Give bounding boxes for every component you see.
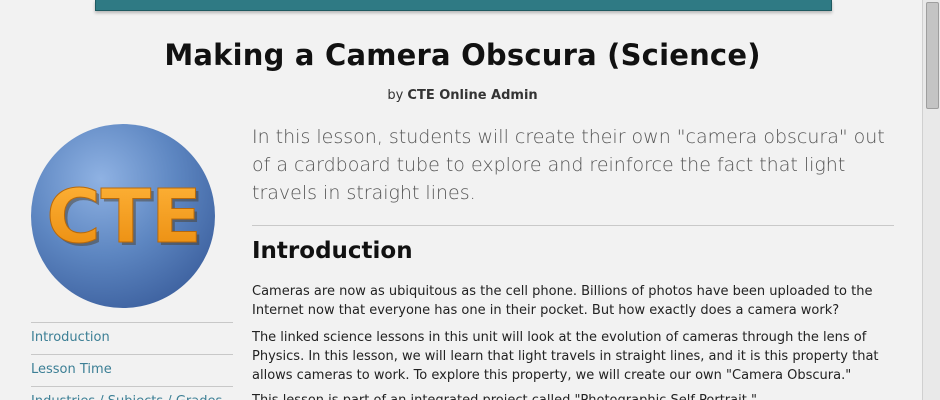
site-header-bar	[95, 0, 832, 11]
toc-link-industries-subjects-grades[interactable]: Industries / Subjects / Grades	[31, 386, 233, 400]
intro-paragraph-1: Cameras are now as ubiquitous as the cel…	[252, 284, 873, 318]
logo-text-front: CTE	[46, 174, 201, 260]
section-divider	[252, 225, 894, 226]
lesson-summary: In this lesson, students will create the…	[252, 126, 885, 204]
byline: by CTE Online Admin	[0, 88, 925, 103]
byline-prefix: by	[387, 88, 404, 103]
author-link[interactable]: CTE Online Admin	[407, 88, 537, 103]
vertical-scrollbar[interactable]	[922, 0, 940, 400]
intro-paragraph-3: This lesson is part of an integrated pro…	[252, 391, 892, 400]
intro-paragraph-2: The linked science lessons in this unit …	[252, 330, 879, 383]
toc-link-lesson-time[interactable]: Lesson Time	[31, 354, 233, 386]
page-title: Making a Camera Obscura (Science)	[164, 38, 761, 72]
cte-logo: CTE CTE	[31, 124, 215, 308]
scrollbar-thumb[interactable]	[926, 2, 939, 109]
toc-link-introduction[interactable]: Introduction	[31, 322, 233, 354]
lesson-toc: Introduction Lesson Time Industries / Su…	[31, 322, 233, 400]
section-heading-introduction: Introduction	[252, 238, 413, 264]
page: Making a Camera Obscura (Science) by CTE…	[0, 0, 940, 400]
